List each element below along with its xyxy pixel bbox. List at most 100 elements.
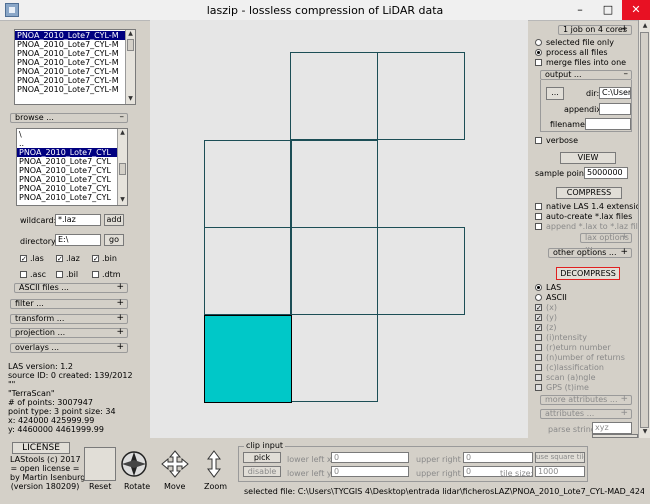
ext-checkbox[interactable]: ✓	[56, 255, 63, 263]
attribute-checkbox[interactable]	[535, 334, 542, 341]
file-list-item[interactable]: PNOA_2010_Lote7_CYL-M	[15, 67, 125, 76]
auto-create-lax-checkbox[interactable]	[535, 213, 542, 220]
browse-list-item[interactable]: ..	[17, 139, 117, 148]
input-file-list[interactable]: PNOA_2010_Lote7_CYL-M PNOA_2010_Lote7_CYL…	[14, 29, 136, 105]
output-rollout[interactable]: output ... –	[540, 70, 632, 80]
attribute-checkbox[interactable]	[535, 374, 542, 381]
verbose-checkbox[interactable]	[535, 137, 542, 144]
lidar-tile[interactable]	[290, 52, 378, 140]
attribute-checkbox[interactable]	[535, 344, 542, 351]
other-options-rollout[interactable]: other options ... +	[548, 248, 632, 258]
point-cloud-canvas[interactable]	[150, 20, 528, 438]
close-button[interactable]: ✕	[622, 0, 650, 20]
tile-size-input[interactable]: 1000	[535, 466, 585, 477]
lidar-tile[interactable]	[204, 140, 292, 228]
lidar-tile[interactable]	[204, 227, 292, 315]
minimize-button[interactable]: –	[566, 0, 594, 20]
jobs-selector[interactable]: 1 job on 4 cores +	[558, 25, 632, 35]
file-list-item[interactable]: PNOA_2010_Lote7_CYL-M	[15, 31, 125, 40]
scroll-down-icon[interactable]: ▼	[118, 196, 127, 203]
output-dir-input[interactable]: C:\User	[599, 87, 631, 99]
rotate-icon[interactable]	[120, 450, 148, 478]
panel-button-edge[interactable]	[592, 434, 638, 438]
output-dir-browse-button[interactable]: ...	[546, 87, 564, 100]
lower-left-x-input[interactable]: 0	[331, 452, 409, 463]
lidar-tile[interactable]	[377, 227, 465, 315]
lidar-tile[interactable]	[290, 314, 378, 402]
ext-checkbox[interactable]: ✓	[92, 255, 99, 263]
go-button[interactable]: go	[104, 234, 124, 246]
browse-list-scrollbar[interactable]: ▲ ▼	[117, 129, 127, 205]
view-button[interactable]: VIEW	[560, 152, 616, 164]
directory-input[interactable]: E:\	[55, 234, 101, 246]
lax-options-rollout[interactable]: lax options ... +	[580, 233, 632, 250]
attribute-checkbox[interactable]: ✓	[535, 324, 542, 332]
browse-list[interactable]: \.. PNOA_2010_Lote7_CYL PNOA_2010_Lote7_CY…	[16, 128, 128, 206]
ascii-files-rollout[interactable]: ASCII files ... +	[14, 283, 128, 293]
add-button[interactable]: add	[104, 214, 124, 226]
maximize-button[interactable]: □	[594, 0, 622, 20]
pick-button[interactable]: pick	[243, 452, 281, 463]
ascii-radio[interactable]	[535, 294, 542, 301]
browse-list-item[interactable]: PNOA_2010_Lote7_CYL	[17, 184, 117, 193]
browse-list-item[interactable]: PNOA_2010_Lote7_CYL	[17, 166, 117, 175]
right-panel-scrollbar[interactable]: ▲ ▼	[638, 20, 650, 438]
browse-list-item[interactable]: PNOA_2010_Lote7_CYL	[17, 157, 117, 166]
wildcard-input[interactable]: *.laz	[55, 214, 101, 226]
filename-input[interactable]	[585, 118, 631, 130]
append-lax-checkbox[interactable]	[535, 223, 542, 230]
lidar-tile[interactable]	[377, 52, 465, 140]
parse-string-input[interactable]: xyz	[592, 422, 632, 434]
lidar-tile[interactable]	[290, 227, 378, 315]
process-all-files-radio[interactable]	[535, 49, 542, 56]
attribute-checkbox[interactable]: ✓	[535, 314, 542, 322]
file-list-item[interactable]: PNOA_2010_Lote7_CYL-M	[15, 58, 125, 67]
attributes-rollout[interactable]: attributes ... +	[540, 409, 632, 419]
scroll-up-icon[interactable]: ▲	[126, 30, 135, 37]
upper-right-x-input[interactable]: 0	[463, 452, 533, 463]
move-icon[interactable]	[160, 449, 190, 479]
file-list-item[interactable]: PNOA_2010_Lote7_CYL-M	[15, 85, 125, 94]
merge-files-checkbox[interactable]	[535, 59, 542, 66]
selected-file-only-radio[interactable]	[535, 39, 542, 46]
file-list-scrollbar[interactable]: ▲ ▼	[125, 30, 135, 104]
compress-button[interactable]: COMPRESS	[556, 187, 622, 199]
projection-rollout[interactable]: projection ... +	[10, 328, 128, 338]
zoom-icon[interactable]	[200, 449, 228, 479]
attribute-checkbox[interactable]	[535, 364, 542, 371]
selected-lidar-tile[interactable]	[204, 315, 292, 403]
scroll-up-icon[interactable]: ▲	[118, 129, 127, 136]
lower-left-y-input[interactable]: 0	[331, 466, 409, 477]
lidar-tile[interactable]	[290, 140, 378, 228]
ext-checkbox[interactable]	[56, 271, 63, 278]
scroll-up-icon[interactable]: ▲	[640, 22, 650, 29]
scroll-down-icon[interactable]: ▼	[640, 428, 650, 435]
las-radio[interactable]	[535, 284, 542, 291]
appendix-input[interactable]	[599, 103, 631, 115]
browse-list-item[interactable]: PNOA_2010_Lote7_CYL	[17, 175, 117, 184]
browse-list-item[interactable]: PNOA_2010_Lote7_CYL	[17, 148, 117, 157]
ext-checkbox[interactable]	[20, 271, 27, 278]
overlays-rollout[interactable]: overlays ... +	[10, 343, 128, 353]
scroll-thumb[interactable]	[127, 39, 134, 51]
reset-button[interactable]	[84, 447, 116, 481]
decompress-button[interactable]: DECOMPRESS	[556, 267, 620, 280]
attribute-checkbox[interactable]: ✓	[535, 304, 542, 312]
more-attributes-rollout[interactable]: more attributes ... +	[540, 395, 632, 405]
use-square-tile-button[interactable]: use square tile	[535, 452, 585, 463]
scroll-down-icon[interactable]: ▼	[126, 95, 135, 102]
scroll-thumb[interactable]	[119, 163, 126, 175]
browse-list-item[interactable]: \	[17, 130, 117, 139]
ext-checkbox[interactable]: ✓	[20, 255, 27, 263]
transform-rollout[interactable]: transform ... +	[10, 314, 128, 324]
browse-list-item[interactable]: PNOA_2010_Lote7_CYL	[17, 193, 117, 202]
native-las14-checkbox[interactable]	[535, 203, 542, 210]
file-list-item[interactable]: PNOA_2010_Lote7_CYL-M	[15, 40, 125, 49]
ext-checkbox[interactable]	[92, 271, 99, 278]
license-button[interactable]: LICENSE	[12, 442, 70, 454]
browse-rollout[interactable]: browse ... –	[10, 113, 128, 123]
file-list-item[interactable]: PNOA_2010_Lote7_CYL-M	[15, 49, 125, 58]
scroll-thumb[interactable]	[640, 32, 649, 428]
filter-rollout[interactable]: filter ... +	[10, 299, 128, 309]
attribute-checkbox[interactable]	[535, 384, 542, 391]
